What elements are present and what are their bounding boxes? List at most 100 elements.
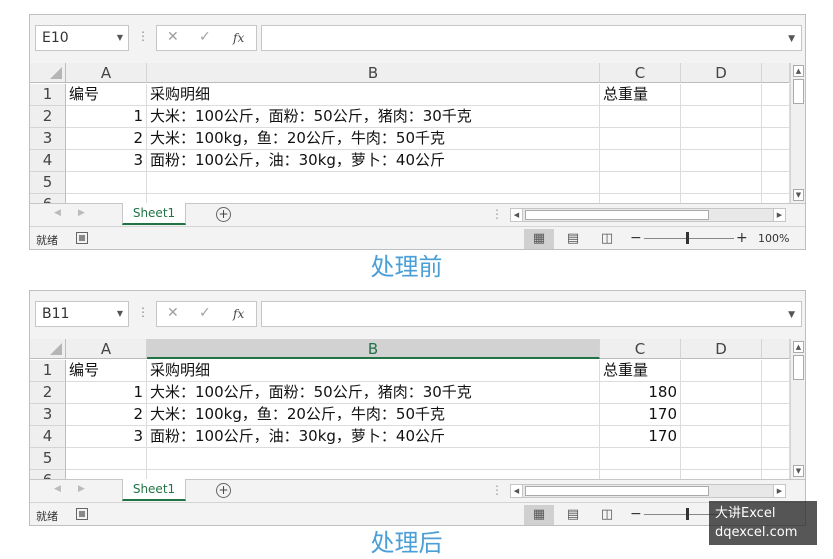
tab-next-icon[interactable]: ▶ <box>78 208 85 218</box>
chevron-down-icon[interactable]: ▼ <box>117 302 123 326</box>
tab-prev-icon[interactable]: ◀ <box>54 484 61 494</box>
vertical-scroll-thumb[interactable] <box>793 355 804 380</box>
row-header-2[interactable]: 2 <box>30 106 66 128</box>
cell-a5[interactable] <box>66 448 147 470</box>
cell-a4[interactable]: 3 <box>66 150 147 172</box>
cell-b6[interactable] <box>147 470 600 479</box>
cell-e1[interactable] <box>762 84 790 106</box>
column-header-e[interactable] <box>762 63 790 83</box>
horizontal-scroll-thumb[interactable] <box>525 486 709 496</box>
cell-b2[interactable]: 大米：100公斤，面粉：50公斤，猪肉：30千克 <box>147 382 600 404</box>
cell-e3[interactable] <box>762 128 790 150</box>
row-header-2[interactable]: 2 <box>30 382 66 404</box>
cell-c2[interactable]: 180 <box>600 382 681 404</box>
expand-formula-icon[interactable]: ▼ <box>788 310 795 320</box>
cell-e5[interactable] <box>762 448 790 470</box>
macro-record-icon[interactable] <box>76 232 88 244</box>
cell-d5[interactable] <box>681 448 762 470</box>
scroll-left-icon[interactable]: ◀ <box>511 209 523 221</box>
cell-d6[interactable] <box>681 470 762 479</box>
page-break-view-icon[interactable]: ◫ <box>592 505 622 525</box>
cell-d3[interactable] <box>681 128 762 150</box>
tab-sheet1[interactable]: Sheet1 <box>122 479 186 501</box>
cell-c5[interactable] <box>600 172 681 194</box>
column-header-c[interactable]: C <box>600 339 681 359</box>
row-header-6[interactable]: 6 <box>30 194 66 203</box>
cell-a2[interactable]: 1 <box>66 106 147 128</box>
zoom-out-icon[interactable]: − <box>630 230 642 246</box>
cell-a4[interactable]: 3 <box>66 426 147 448</box>
cell-d1[interactable] <box>681 360 762 382</box>
cell-c3[interactable] <box>600 128 681 150</box>
cell-c2[interactable] <box>600 106 681 128</box>
cell-d6[interactable] <box>681 194 762 203</box>
cell-e5[interactable] <box>762 172 790 194</box>
row-header-5[interactable]: 5 <box>30 448 66 470</box>
insert-function-icon[interactable]: fx <box>233 307 244 321</box>
scroll-right-icon[interactable]: ▶ <box>773 209 785 221</box>
cell-e4[interactable] <box>762 426 790 448</box>
zoom-out-icon[interactable]: − <box>630 506 642 522</box>
cell-d3[interactable] <box>681 404 762 426</box>
cell-a2[interactable]: 1 <box>66 382 147 404</box>
column-header-a[interactable]: A <box>66 63 147 83</box>
macro-record-icon[interactable] <box>76 508 88 520</box>
add-sheet-icon[interactable]: + <box>216 207 231 222</box>
zoom-slider-thumb[interactable] <box>686 232 689 244</box>
cell-c5[interactable] <box>600 448 681 470</box>
cell-b4[interactable]: 面粉：100公斤，油：30kg，萝卜：40公斤 <box>147 150 600 172</box>
vertical-scrollbar[interactable]: ▲ ▼ <box>790 339 805 479</box>
name-box[interactable]: B11 ▼ <box>35 301 129 327</box>
select-all-button[interactable] <box>30 339 66 359</box>
worksheet-grid[interactable]: A B C D 1 2 3 4 5 6 编号 采购明细 总重量 1 大米：100… <box>30 339 790 479</box>
zoom-slider-track[interactable] <box>644 238 734 239</box>
enter-icon[interactable]: ✓ <box>199 305 211 321</box>
add-sheet-icon[interactable]: + <box>216 483 231 498</box>
column-header-b[interactable]: B <box>147 63 600 83</box>
cell-c1[interactable]: 总重量 <box>600 84 681 106</box>
cell-e6[interactable] <box>762 194 790 203</box>
column-header-a[interactable]: A <box>66 339 147 359</box>
cell-b2[interactable]: 大米：100公斤，面粉：50公斤，猪肉：30千克 <box>147 106 600 128</box>
cell-d2[interactable] <box>681 382 762 404</box>
cell-d4[interactable] <box>681 150 762 172</box>
tab-split-grip-icon[interactable]: ⋮ <box>491 483 503 497</box>
scroll-up-icon[interactable]: ▲ <box>793 65 804 77</box>
name-box[interactable]: E10 ▼ <box>35 25 129 51</box>
scroll-right-icon[interactable]: ▶ <box>773 485 785 497</box>
vertical-scrollbar[interactable]: ▲ ▼ <box>790 63 805 203</box>
cell-b1[interactable]: 采购明细 <box>147 84 600 106</box>
scroll-down-icon[interactable]: ▼ <box>793 465 804 477</box>
page-break-view-icon[interactable]: ◫ <box>592 229 622 249</box>
cell-e1[interactable] <box>762 360 790 382</box>
row-header-3[interactable]: 3 <box>30 128 66 150</box>
scroll-left-icon[interactable]: ◀ <box>511 485 523 497</box>
cancel-icon[interactable]: ✕ <box>167 29 179 45</box>
cell-c1[interactable]: 总重量 <box>600 360 681 382</box>
cell-d5[interactable] <box>681 172 762 194</box>
insert-function-icon[interactable]: fx <box>233 31 244 45</box>
normal-view-icon[interactable]: ▦ <box>524 229 554 249</box>
cell-b5[interactable] <box>147 448 600 470</box>
normal-view-icon[interactable]: ▦ <box>524 505 554 525</box>
row-header-1[interactable]: 1 <box>30 84 66 106</box>
enter-icon[interactable]: ✓ <box>199 29 211 45</box>
column-header-c[interactable]: C <box>600 63 681 83</box>
tab-next-icon[interactable]: ▶ <box>78 484 85 494</box>
cell-a6[interactable] <box>66 194 147 203</box>
scroll-down-icon[interactable]: ▼ <box>793 189 804 201</box>
cell-b3[interactable]: 大米：100kg，鱼：20公斤，牛肉：50千克 <box>147 128 600 150</box>
zoom-level[interactable]: 100% <box>758 232 789 245</box>
column-header-d[interactable]: D <box>681 339 762 359</box>
cell-e3[interactable] <box>762 404 790 426</box>
horizontal-scrollbar[interactable]: ◀ ▶ <box>510 484 786 498</box>
column-header-e[interactable] <box>762 339 790 359</box>
cell-a1[interactable]: 编号 <box>66 360 147 382</box>
column-header-d[interactable]: D <box>681 63 762 83</box>
cell-c4[interactable]: 170 <box>600 426 681 448</box>
cell-a3[interactable]: 2 <box>66 404 147 426</box>
cell-c6[interactable] <box>600 194 681 203</box>
row-header-4[interactable]: 4 <box>30 150 66 172</box>
cell-b5[interactable] <box>147 172 600 194</box>
cell-d1[interactable] <box>681 84 762 106</box>
